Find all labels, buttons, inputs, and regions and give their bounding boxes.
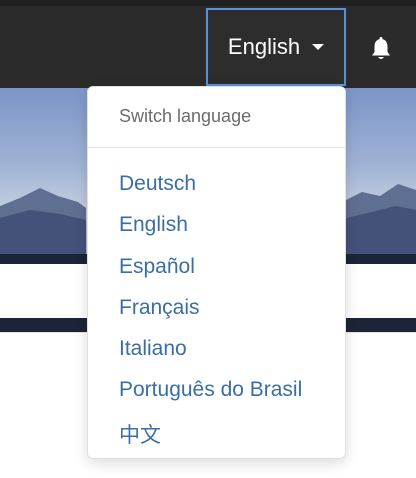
- language-option-italiano[interactable]: Italiano: [119, 337, 187, 361]
- top-navbar: English: [0, 0, 416, 88]
- language-option-deutsch[interactable]: Deutsch: [119, 172, 196, 196]
- dropdown-header: Switch language: [119, 106, 252, 126]
- language-switcher-button[interactable]: English: [206, 8, 346, 86]
- language-option-english[interactable]: English: [119, 213, 188, 237]
- language-dropdown-menu: Switch language Deutsch English Español …: [87, 86, 346, 459]
- current-language-label: English: [227, 34, 301, 59]
- language-option-portugues-brasil[interactable]: Português do Brasil: [119, 378, 302, 402]
- bell-icon: [372, 37, 390, 59]
- language-option-chinese[interactable]: 中文: [119, 419, 161, 449]
- language-option-francais[interactable]: Français: [119, 296, 200, 320]
- dropdown-divider: [88, 147, 345, 148]
- navbar-top-line: [0, 0, 416, 6]
- caret-down-icon: [312, 44, 325, 50]
- notifications-button[interactable]: [362, 34, 400, 64]
- language-option-espanol[interactable]: Español: [119, 255, 195, 279]
